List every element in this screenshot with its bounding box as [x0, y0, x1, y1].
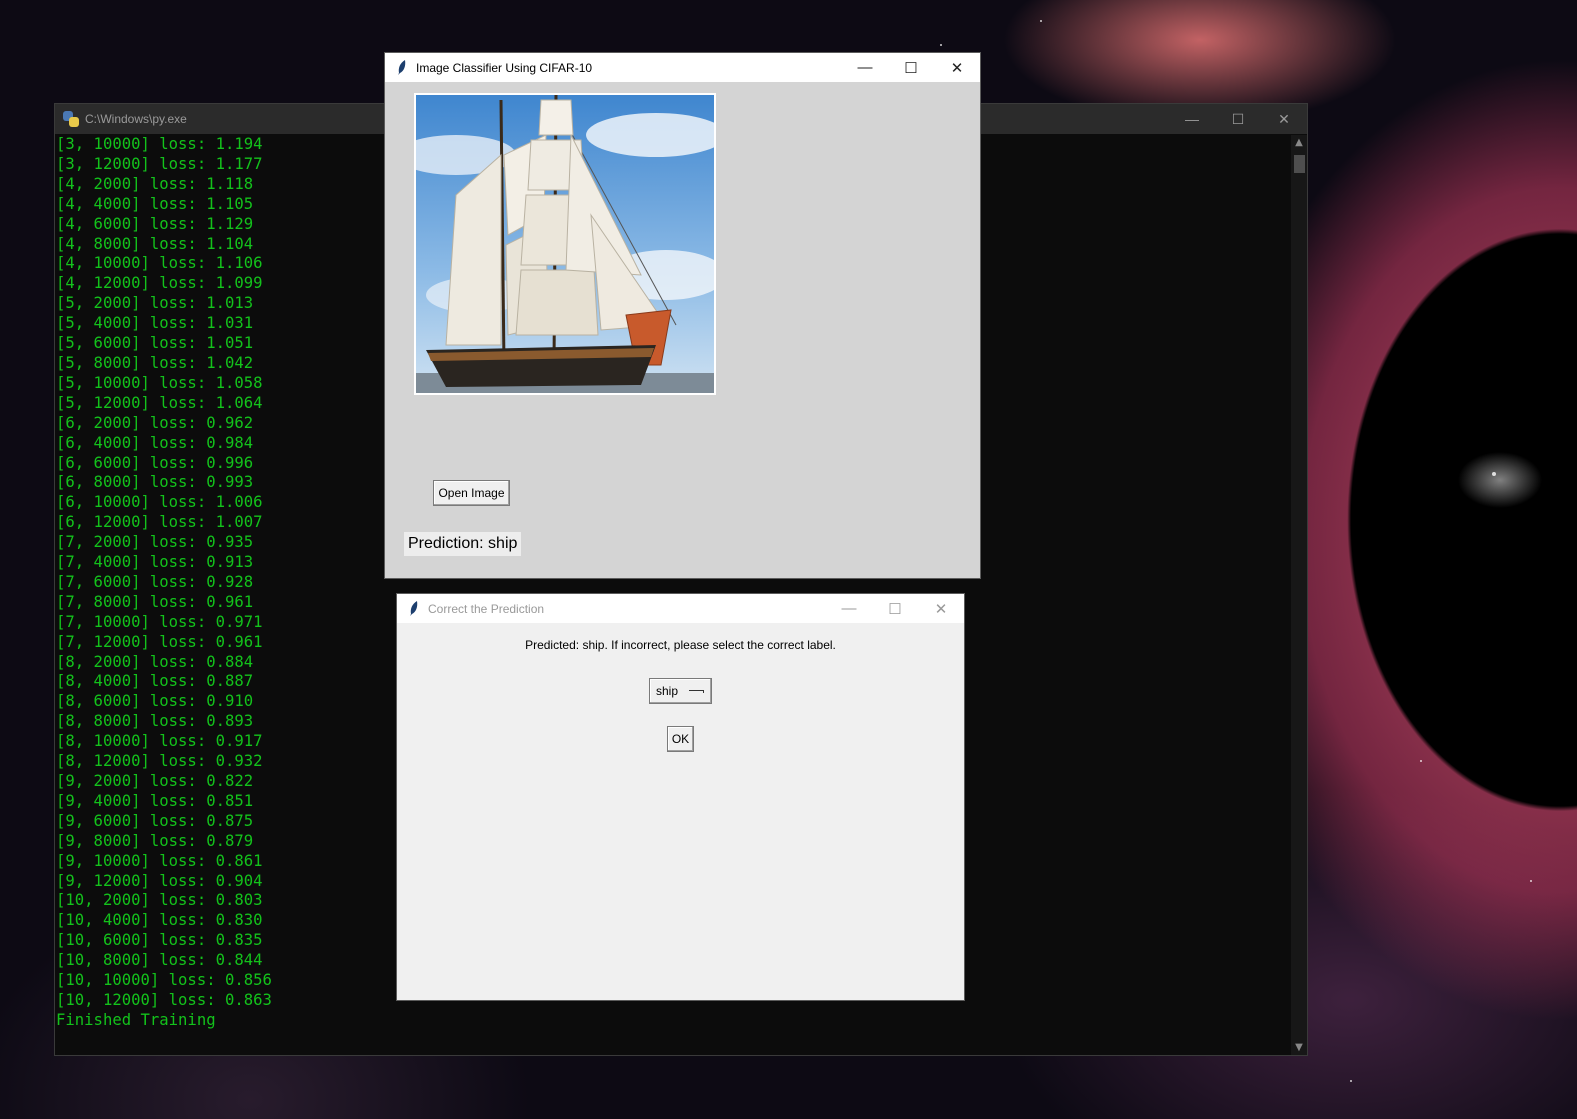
classifier-titlebar[interactable]: Image Classifier Using CIFAR-10 — ☐ ✕ — [385, 53, 980, 82]
star — [1420, 760, 1422, 762]
minimize-icon[interactable]: — — [826, 594, 872, 624]
console-scrollbar[interactable]: ▲ ▼ — [1291, 135, 1307, 1055]
minimize-icon[interactable]: — — [842, 53, 888, 83]
star — [1350, 1080, 1352, 1082]
prediction-label: Prediction: ship — [404, 532, 522, 556]
ship-image — [414, 93, 716, 395]
correction-message: Predicted: ship. If incorrect, please se… — [525, 638, 836, 652]
maximize-icon[interactable]: ☐ — [888, 53, 934, 83]
scrollbar-thumb[interactable] — [1294, 155, 1305, 173]
feather-icon — [394, 60, 410, 76]
label-dropdown[interactable]: ship — [649, 678, 712, 704]
maximize-icon[interactable]: ☐ — [872, 594, 918, 624]
selected-label: ship — [656, 684, 679, 698]
close-icon[interactable]: ✕ — [934, 53, 980, 83]
correction-dialog: Correct the Prediction — ☐ ✕ Predicted: … — [396, 593, 965, 1001]
python-icon — [63, 111, 79, 127]
close-icon[interactable]: ✕ — [1261, 104, 1307, 134]
close-icon[interactable]: ✕ — [918, 594, 964, 624]
classifier-client-area: Open Image Prediction: ship — [385, 82, 980, 578]
scroll-down-icon[interactable]: ▼ — [1291, 1042, 1307, 1053]
classifier-window: Image Classifier Using CIFAR-10 — ☐ ✕ Op… — [384, 52, 981, 579]
correction-client-area: Predicted: ship. If incorrect, please se… — [397, 623, 964, 1000]
console-title: C:\Windows\py.exe — [85, 112, 187, 126]
ok-button[interactable]: OK — [667, 726, 694, 752]
console-line: Finished Training — [56, 1010, 216, 1029]
correction-title: Correct the Prediction — [428, 601, 545, 616]
star — [940, 44, 942, 46]
open-image-button[interactable]: Open Image — [433, 480, 510, 506]
star — [1040, 20, 1042, 22]
star — [1492, 472, 1496, 476]
classifier-title: Image Classifier Using CIFAR-10 — [416, 60, 593, 75]
star — [1530, 880, 1532, 882]
minimize-icon[interactable]: — — [1169, 104, 1215, 134]
correction-titlebar[interactable]: Correct the Prediction — ☐ ✕ — [397, 594, 964, 623]
feather-icon — [406, 601, 422, 617]
scroll-up-icon[interactable]: ▲ — [1291, 137, 1307, 148]
maximize-icon[interactable]: ☐ — [1215, 104, 1261, 134]
dropdown-indicator-icon — [689, 690, 704, 693]
